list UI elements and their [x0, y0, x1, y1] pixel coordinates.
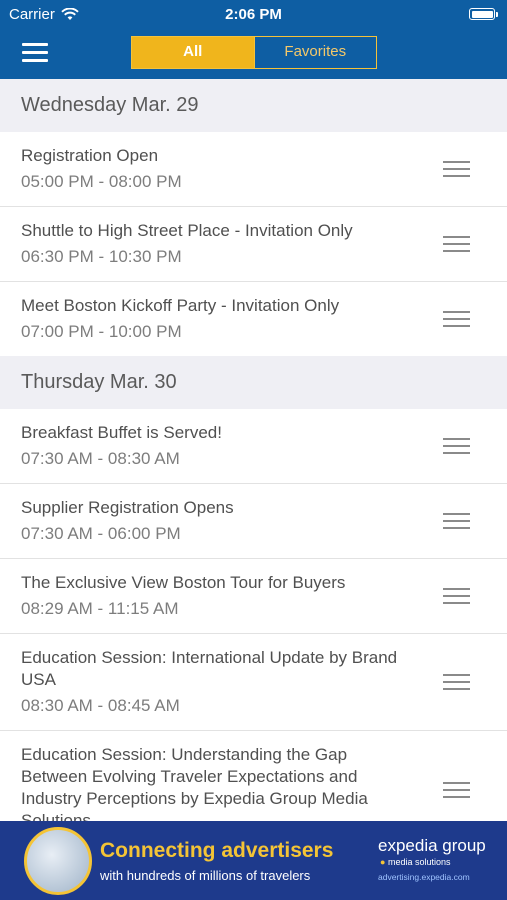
reorder-handle-icon[interactable]	[443, 588, 470, 604]
event-row[interactable]: Supplier Registration Opens 07:30 AM - 0…	[0, 484, 507, 559]
reorder-handle-icon[interactable]	[443, 513, 470, 529]
event-time: 07:00 PM - 10:00 PM	[21, 322, 182, 341]
event-row[interactable]: The Exclusive View Boston Tour for Buyer…	[0, 559, 507, 634]
reorder-handle-icon[interactable]	[443, 782, 470, 798]
location-pin-icon: ●	[380, 857, 386, 867]
agenda-list[interactable]: Wednesday Mar. 29 Registration Open 05:0…	[0, 79, 507, 821]
status-time: 2:06 PM	[225, 6, 282, 23]
day-header: Wednesday Mar. 29	[0, 79, 507, 132]
ad-headline: Connecting advertisers	[100, 839, 334, 862]
globe-travelers-image	[24, 827, 92, 895]
reorder-handle-icon[interactable]	[443, 438, 470, 454]
event-title: Supplier Registration Opens	[21, 498, 234, 517]
reorder-handle-icon[interactable]	[443, 674, 470, 690]
reorder-handle-icon[interactable]	[443, 236, 470, 252]
event-row[interactable]: Meet Boston Kickoff Party - Invitation O…	[0, 282, 507, 356]
reorder-handle-icon[interactable]	[443, 161, 470, 177]
brand-sub-label: media solutions	[387, 857, 451, 867]
event-row[interactable]: Education Session: Understanding the Gap…	[0, 731, 507, 821]
event-title: Breakfast Buffet is Served!	[21, 423, 222, 442]
brand-sub: ● media solutions	[380, 857, 451, 867]
ad-subline: with hundreds of millions of travelers	[100, 868, 311, 883]
event-time: 06:30 PM - 10:30 PM	[21, 247, 182, 266]
day-header: Thursday Mar. 30	[0, 356, 507, 409]
nav-bar: All Favorites	[0, 30, 507, 79]
event-row[interactable]: Shuttle to High Street Place - Invitatio…	[0, 207, 507, 282]
event-time: 07:30 AM - 08:30 AM	[21, 449, 180, 468]
event-time: 08:30 AM - 08:45 AM	[21, 696, 180, 715]
status-bar: Carrier 2:06 PM	[0, 0, 507, 30]
event-time: 08:29 AM - 11:15 AM	[21, 599, 179, 618]
ad-banner[interactable]: Connecting advertisers with hundreds of …	[0, 821, 507, 900]
menu-icon[interactable]	[22, 43, 48, 65]
event-row[interactable]: Education Session: International Update …	[0, 634, 507, 731]
event-row[interactable]: Breakfast Buffet is Served! 07:30 AM - 0…	[0, 409, 507, 484]
event-title: The Exclusive View Boston Tour for Buyer…	[21, 573, 346, 592]
event-title: Registration Open	[21, 146, 159, 165]
event-title: Education Session: Understanding the Gap…	[21, 745, 368, 821]
event-row[interactable]: Registration Open 05:00 PM - 08:00 PM	[0, 132, 507, 207]
segment-all[interactable]: All	[132, 37, 254, 68]
event-time: 07:30 AM - 06:00 PM	[21, 524, 181, 543]
ad-url: advertising.expedia.com	[378, 872, 470, 882]
filter-segmented-control: All Favorites	[131, 36, 377, 69]
expedia-group-logo: expedia group	[378, 836, 486, 855]
event-title: Meet Boston Kickoff Party - Invitation O…	[21, 296, 340, 315]
event-title: Education Session: International Update …	[21, 648, 398, 689]
event-title: Shuttle to High Street Place - Invitatio…	[21, 221, 353, 240]
battery-icon	[469, 8, 498, 20]
segment-favorites[interactable]: Favorites	[253, 37, 377, 68]
reorder-handle-icon[interactable]	[443, 311, 470, 327]
event-time: 05:00 PM - 08:00 PM	[21, 172, 182, 191]
